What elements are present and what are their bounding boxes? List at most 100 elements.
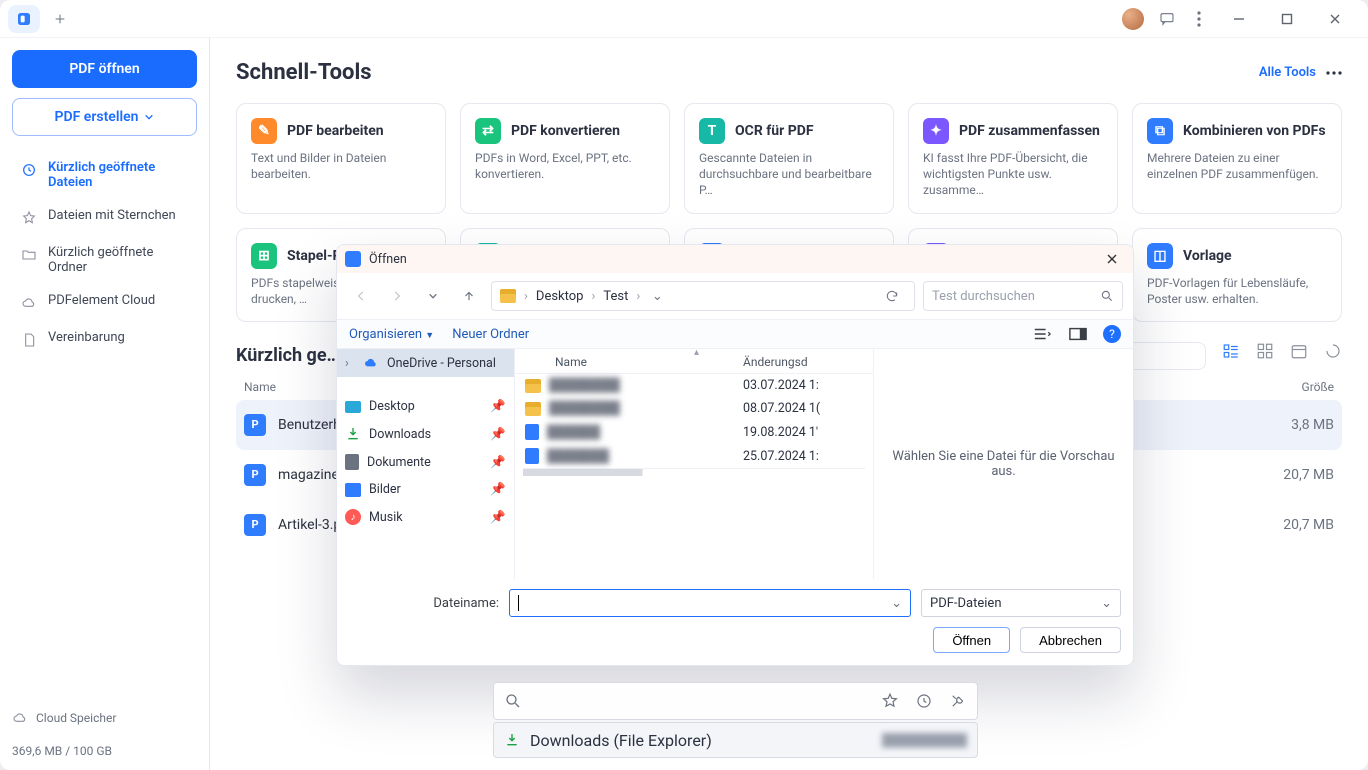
sort-indicator-icon: ▴ <box>694 347 699 358</box>
comment-icon[interactable] <box>1158 10 1176 28</box>
star-icon[interactable] <box>881 692 899 710</box>
pdf-file-icon: P <box>244 414 266 436</box>
tree-documents[interactable]: Dokumente📌 <box>337 448 514 476</box>
tool-card[interactable]: ✎PDF bearbeitenText und Bilder in Dateie… <box>236 103 446 214</box>
address-refresh-button[interactable] <box>878 289 906 303</box>
tool-card[interactable]: ✦PDF zusammenfassenKI fasst Ihre PDF-Übe… <box>908 103 1118 214</box>
list-col-name[interactable]: Name <box>555 355 743 369</box>
download-icon <box>504 732 520 748</box>
maximize-button[interactable] <box>1270 4 1304 34</box>
view-mode-button[interactable] <box>1031 325 1053 343</box>
folder-icon <box>525 402 541 416</box>
h-scrollbar-placeholder[interactable] <box>523 468 865 476</box>
cloud-storage-usage: 369,6 MB / 100 GB <box>12 744 197 758</box>
create-pdf-button[interactable]: PDF erstellen <box>12 98 197 136</box>
tree-downloads[interactable]: Downloads📌 <box>337 420 514 448</box>
item-date: 19.08.2024 1' <box>743 425 863 440</box>
more-icon[interactable] <box>1326 71 1342 75</box>
nav-forward-button[interactable] <box>383 282 411 310</box>
tool-icon: ◫ <box>1147 243 1173 269</box>
dialog-open-button[interactable]: Öffnen <box>933 627 1010 653</box>
dialog-app-icon <box>345 251 361 267</box>
path-dropdown[interactable]: ⌄ <box>648 289 666 304</box>
tools-icon[interactable] <box>949 692 967 710</box>
nav-recent-files[interactable]: Kürzlich geöffnete Dateien <box>12 152 197 198</box>
preview-pane: Wählen Sie eine Datei für die Vorschau a… <box>873 349 1133 579</box>
toolbar-organize[interactable]: Organisieren ▼ <box>349 327 434 342</box>
preview-pane-button[interactable] <box>1067 325 1089 343</box>
nav-history-button[interactable] <box>419 282 447 310</box>
dialog-cancel-button[interactable]: Abbrechen <box>1020 627 1121 653</box>
nav-agreement[interactable]: Vereinbarung <box>12 322 197 357</box>
address-bar[interactable]: › Desktop › Test › ⌄ <box>491 281 915 311</box>
desktop-icon <box>345 401 361 413</box>
open-pdf-button[interactable]: PDF öffnen <box>12 50 197 88</box>
all-tools-link[interactable]: Alle Tools <box>1259 65 1342 80</box>
tree-pictures[interactable]: Bilder📌 <box>337 476 514 503</box>
documents-icon <box>345 454 359 470</box>
dock-bar <box>493 682 978 720</box>
nav-label: Dateien mit Sternchen <box>48 208 176 223</box>
app-tab[interactable] <box>8 5 40 33</box>
list-item[interactable]: ██████19.08.2024 1' <box>515 420 873 444</box>
list-item[interactable]: ███████25.07.2024 1: <box>515 444 873 468</box>
history-icon[interactable] <box>915 692 933 710</box>
nav-back-button[interactable] <box>347 282 375 310</box>
tool-card[interactable]: TOCR für PDFGescannte Dateien in durchsu… <box>684 103 894 214</box>
help-button[interactable]: ? <box>1103 325 1121 343</box>
grid-view-icon[interactable] <box>1256 342 1274 370</box>
list-view-icon[interactable] <box>1222 342 1240 370</box>
tree-onedrive[interactable]: › OneDrive - Personal <box>337 349 514 377</box>
tool-title: PDF bearbeiten <box>287 123 384 139</box>
col-size[interactable]: Größe <box>1234 380 1334 394</box>
downloads-chip[interactable]: Downloads (File Explorer) ██████████ <box>493 722 978 758</box>
refresh-icon[interactable] <box>1324 342 1342 370</box>
onedrive-icon <box>363 355 379 371</box>
nav-starred[interactable]: Dateien mit Sternchen <box>12 200 197 235</box>
magnifier-icon[interactable] <box>504 692 522 710</box>
search-input[interactable]: Test durchsuchen <box>923 281 1123 311</box>
minimize-button[interactable] <box>1222 4 1256 34</box>
nav-recent-folders[interactable]: Kürzlich geöffnete Ordner <box>12 237 197 283</box>
pin-icon: 📌 <box>490 399 506 414</box>
nav-up-button[interactable] <box>455 282 483 310</box>
breadcrumb-segment[interactable]: Test <box>603 289 628 304</box>
item-date: 08.07.2024 1( <box>743 401 863 416</box>
cloud-icon <box>12 710 28 726</box>
dialog-close-button[interactable] <box>1099 248 1125 270</box>
clock-icon <box>20 161 38 179</box>
tool-card[interactable]: ⇄PDF konvertierenPDFs in Word, Excel, PP… <box>460 103 670 214</box>
nav-cloud[interactable]: PDFelement Cloud <box>12 285 197 320</box>
search-placeholder: Test durchsuchen <box>932 289 1035 304</box>
avatar[interactable] <box>1122 8 1144 30</box>
calendar-icon[interactable] <box>1290 342 1308 370</box>
filename-input[interactable]: ⌄ <box>509 589 911 617</box>
toolbar-new-folder[interactable]: Neuer Ordner <box>452 327 529 342</box>
tree-desktop[interactable]: Desktop📌 <box>337 393 514 420</box>
kebab-icon[interactable] <box>1190 10 1208 28</box>
pictures-icon <box>345 483 361 497</box>
music-icon: ♪ <box>345 509 361 525</box>
filetype-select[interactable]: PDF-Dateien⌄ <box>921 589 1121 617</box>
list-item[interactable]: ████████03.07.2024 1: <box>515 374 873 397</box>
pdf-file-icon <box>525 424 539 440</box>
breadcrumb-segment[interactable]: Desktop <box>536 289 584 304</box>
chevron-down-icon <box>144 112 154 122</box>
tool-icon: ⊞ <box>251 243 277 269</box>
tool-card[interactable]: ◫VorlagePDF-Vorlagen für Lebensläufe, Po… <box>1132 228 1342 322</box>
tree-music[interactable]: ♪Musik📌 <box>337 503 514 531</box>
pin-icon: 📌 <box>490 455 506 470</box>
list-col-date[interactable]: Änderungsd <box>743 355 863 369</box>
new-tab-button[interactable] <box>48 7 72 31</box>
pin-icon: 📌 <box>490 482 506 497</box>
document-icon <box>20 331 38 349</box>
tool-icon: ✎ <box>251 118 277 144</box>
close-button[interactable] <box>1318 4 1352 34</box>
list-item[interactable]: ████████08.07.2024 1( <box>515 397 873 420</box>
tool-icon: ⧉ <box>1147 118 1173 144</box>
pin-icon: 📌 <box>490 510 506 525</box>
tool-card[interactable]: ⧉Kombinieren von PDFsMehrere Dateien zu … <box>1132 103 1342 214</box>
tool-title: Kombinieren von PDFs <box>1183 123 1326 139</box>
tool-sub: Gescannte Dateien in durchsuchbare und b… <box>699 150 879 199</box>
file-size: 20,7 MB <box>1234 467 1334 483</box>
